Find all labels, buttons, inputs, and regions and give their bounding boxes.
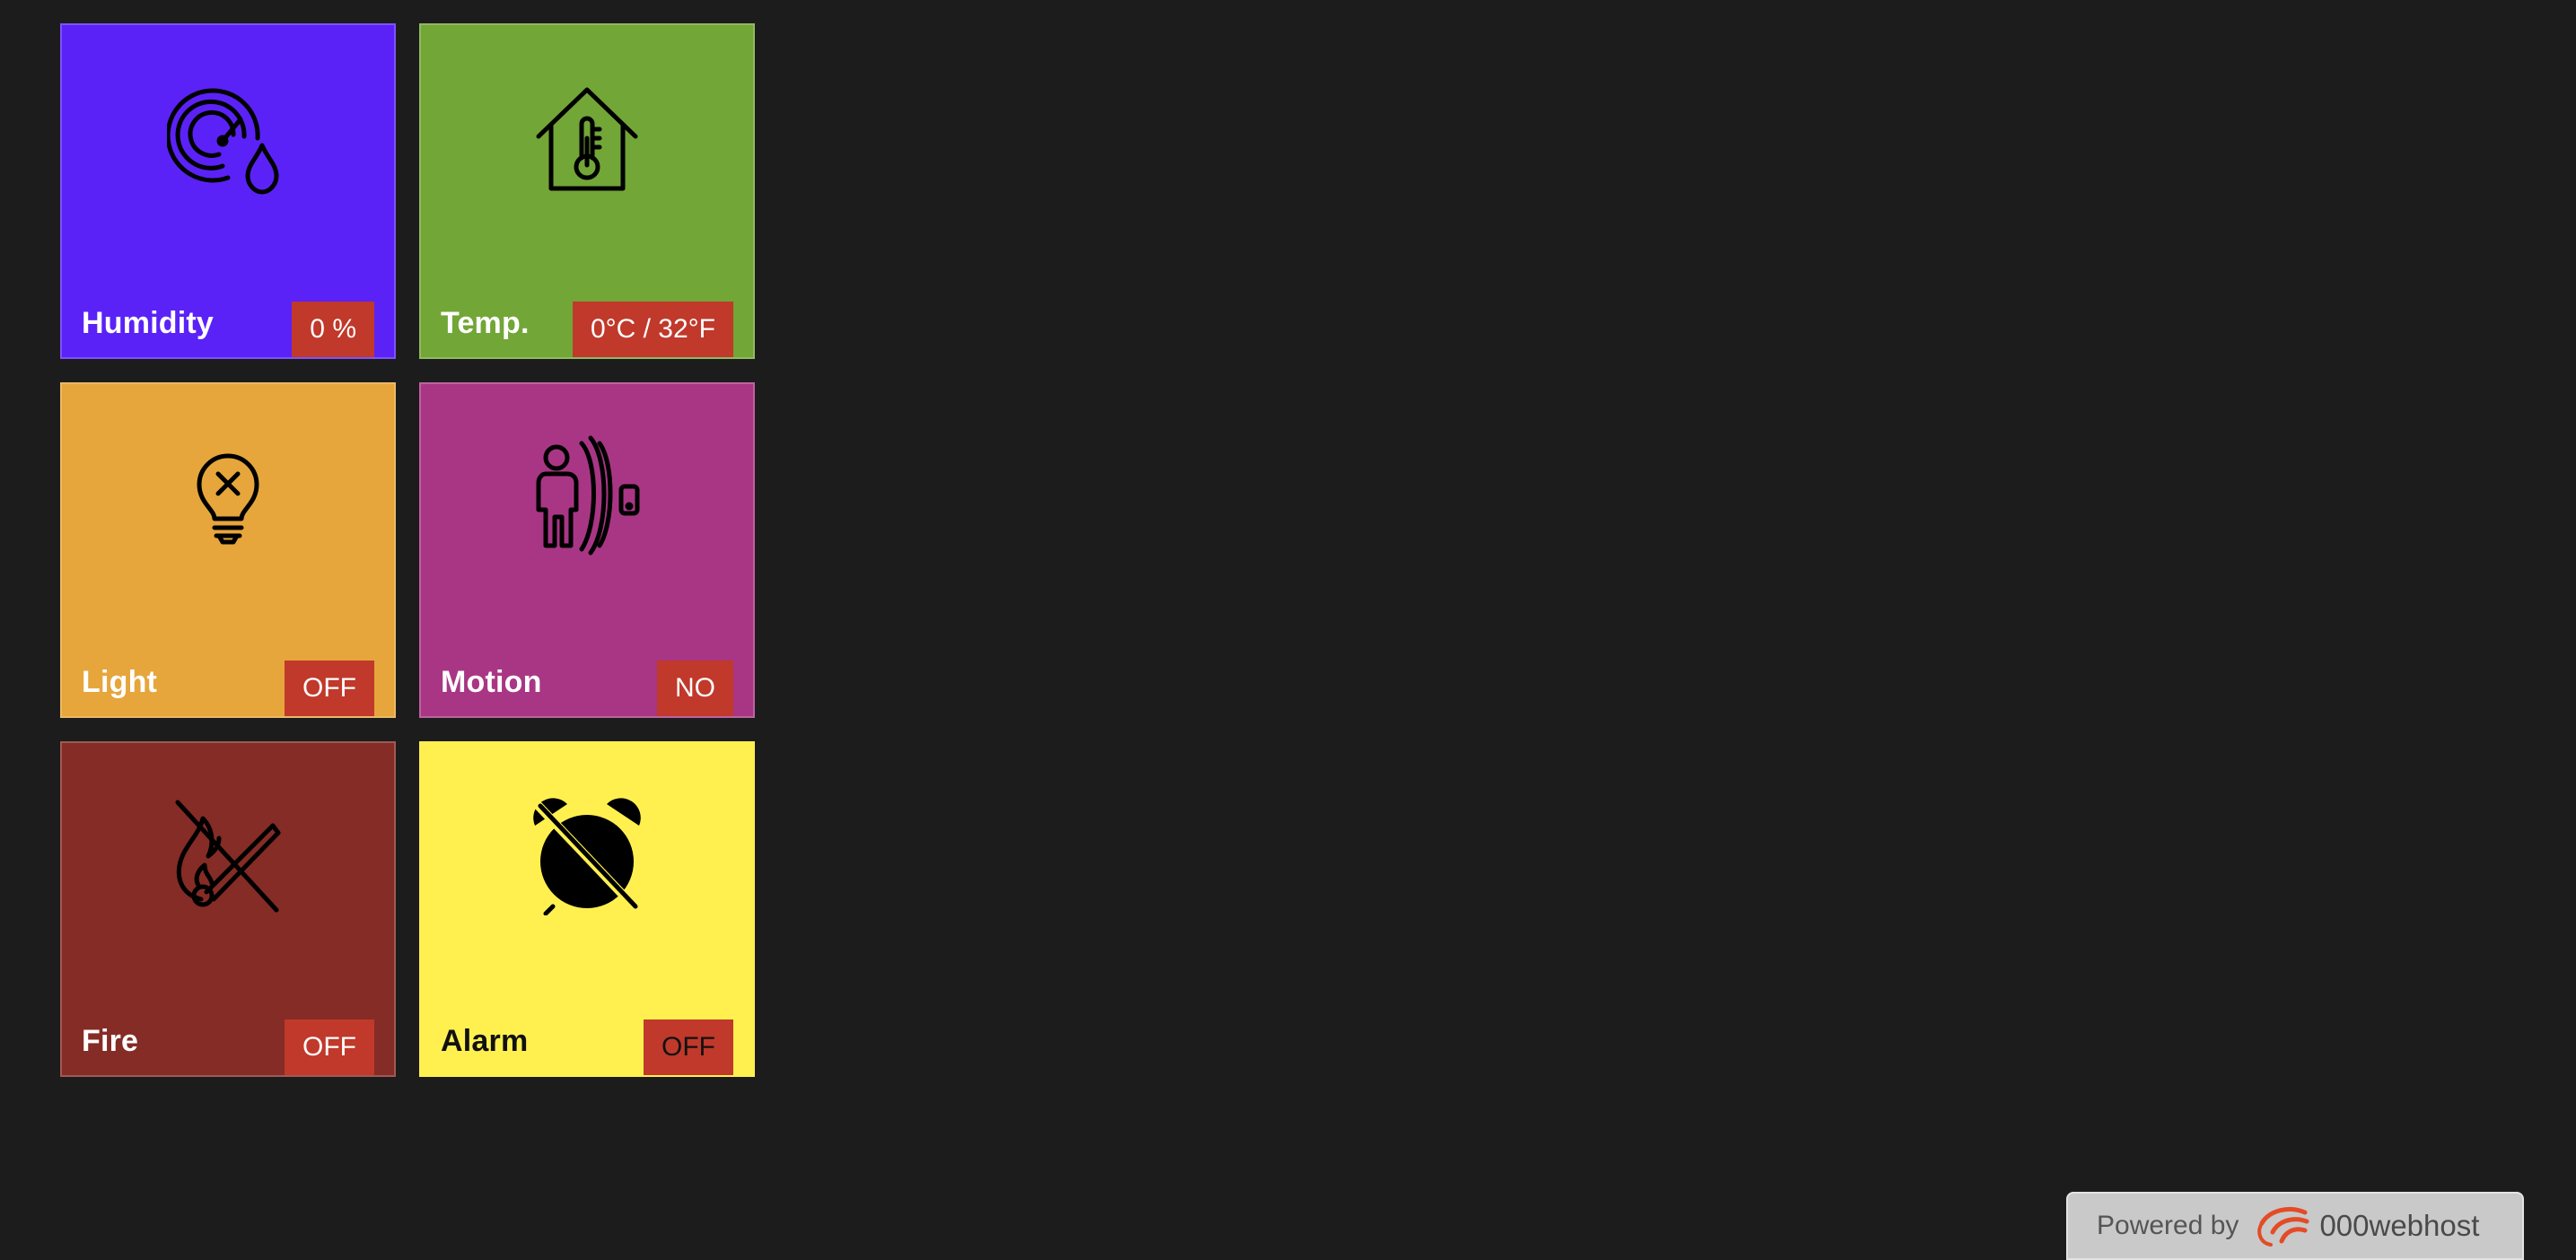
alarm-off-icon [526, 793, 648, 915]
sensor-dashboard: Humidity 0 % Temp. 0°C / 32°F Light OFF … [60, 23, 755, 1077]
humidity-label: Humidity [82, 306, 215, 340]
webhost-brand-text: 000webhost [2319, 1209, 2480, 1242]
temperature-label: Temp. [441, 306, 530, 340]
alarm-label: Alarm [441, 1024, 529, 1058]
motion-label: Motion [441, 665, 542, 699]
alarm-tile[interactable]: Alarm OFF [419, 741, 755, 1077]
alarm-value-badge: OFF [644, 1019, 733, 1075]
powered-by-badge[interactable]: Powered by 000webhost [2066, 1192, 2524, 1260]
light-label: Light [82, 665, 158, 699]
light-tile[interactable]: Light OFF [60, 382, 396, 718]
fire-tile[interactable]: Fire OFF [60, 741, 396, 1077]
temperature-tile[interactable]: Temp. 0°C / 32°F [419, 23, 755, 359]
powered-by-text: Powered by [2097, 1211, 2239, 1240]
motion-sensor-icon [526, 434, 648, 556]
house-thermometer-icon [526, 75, 648, 197]
fire-label: Fire [82, 1024, 139, 1058]
humidity-tile[interactable]: Humidity 0 % [60, 23, 396, 359]
motion-value-badge: NO [657, 661, 733, 716]
humidity-gauge-icon [167, 75, 289, 197]
webhost-logo-icon [2253, 1205, 2310, 1247]
humidity-value-badge: 0 % [292, 302, 374, 357]
light-value-badge: OFF [285, 661, 374, 716]
fire-off-icon [167, 793, 289, 915]
fire-value-badge: OFF [285, 1019, 374, 1075]
lightbulb-off-icon [167, 434, 289, 556]
motion-tile[interactable]: Motion NO [419, 382, 755, 718]
temperature-value-badge: 0°C / 32°F [572, 302, 733, 357]
